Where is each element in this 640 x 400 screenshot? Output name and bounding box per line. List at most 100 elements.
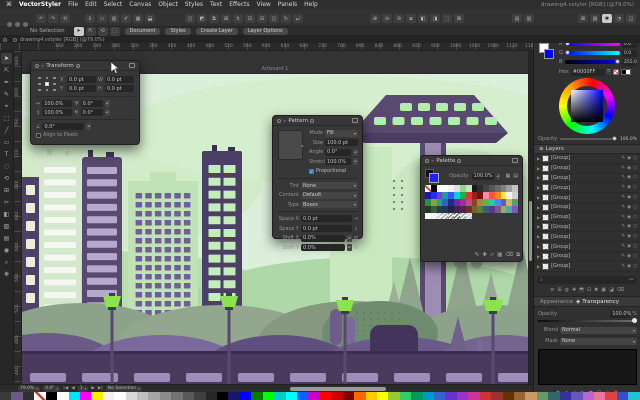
menu-item-object[interactable]: Object: [158, 1, 178, 8]
scale-x-field[interactable]: 100.0%: [42, 100, 73, 107]
tool-icon[interactable]: ⌖: [1, 101, 12, 112]
hex-field[interactable]: #0000FF: [570, 68, 605, 76]
color-swatch[interactable]: [479, 392, 492, 400]
palette-action-icon[interactable]: ▦: [497, 252, 502, 259]
toolbar-icon[interactable]: ▥: [524, 14, 534, 23]
layer-options-button[interactable]: Layer Options: [242, 27, 288, 35]
layers-action-icon[interactable]: ✖: [594, 287, 598, 293]
color-swatch[interactable]: [354, 392, 366, 400]
edit-icon[interactable]: ✎: [621, 156, 625, 161]
transparency-opacity-field[interactable]: 100.0%: [610, 310, 631, 318]
tool-icon[interactable]: ➤: [1, 53, 12, 64]
last-page-icon[interactable]: ▶|: [98, 386, 103, 391]
layer-row[interactable]: ▶ [Group] ✎ ◉ ○: [534, 262, 640, 272]
toolbar-icon[interactable]: ⤾: [293, 14, 303, 23]
palette-action-icon[interactable]: ⌫: [505, 252, 513, 259]
toolbar-icon[interactable]: ⧈: [406, 14, 416, 23]
color-swatch[interactable]: [365, 392, 377, 400]
vertical-ruler[interactable]: 840 800 760 720 680 640 600 560 520 480 440: [14, 51, 22, 384]
toolbar-icon[interactable]: ◲: [626, 14, 636, 23]
layers-action-icon[interactable]: ▣: [601, 287, 606, 293]
target-icon[interactable]: ○: [633, 224, 637, 229]
color-swatch[interactable]: [194, 392, 206, 400]
panel-collapse-icon[interactable]: [512, 158, 518, 163]
palette-view-icon[interactable]: ▤: [513, 173, 518, 179]
color-swatch[interactable]: [79, 392, 92, 400]
shift-x-field[interactable]: 0.0%: [301, 234, 345, 242]
color-swatch[interactable]: [411, 392, 423, 400]
edit-icon[interactable]: ✎: [621, 175, 625, 180]
color-swatch[interactable]: [239, 392, 252, 400]
context-tool-icon[interactable]: ⇱: [85, 26, 96, 36]
tab-appearance[interactable]: Appearance: [540, 299, 573, 305]
layer-row[interactable]: ▶ [Group] ✎ ◉ ○: [534, 242, 640, 252]
edit-icon[interactable]: ✎: [621, 254, 625, 259]
tool-icon[interactable]: ╱: [1, 125, 12, 136]
color-swatch[interactable]: [512, 199, 518, 206]
expand-icon[interactable]: ▶: [537, 224, 540, 229]
color-swatch[interactable]: [114, 392, 126, 400]
space-y-field[interactable]: 0.0 pt: [301, 225, 352, 233]
create-layer-button[interactable]: Create Layer: [195, 27, 238, 35]
h-field[interactable]: 0.0 pt: [105, 85, 134, 92]
edit-icon[interactable]: ✎: [621, 244, 625, 249]
color-swatch[interactable]: [388, 392, 400, 400]
color-swatch[interactable]: [445, 392, 457, 400]
toolbar-icon[interactable]: ⊞: [221, 14, 231, 23]
toolbar-icon[interactable]: ⊖: [382, 14, 392, 23]
no-color-icon[interactable]: [612, 69, 619, 75]
palette-swatch-grid[interactable]: [425, 185, 518, 213]
layer-row[interactable]: ▶ [Group] ✎ ◉ ○: [534, 174, 640, 184]
tint-dropdown[interactable]: None ▾: [301, 182, 358, 190]
toolbar-icon[interactable]: ⟲: [60, 14, 70, 23]
toolbar-icon[interactable]: ◳: [185, 14, 195, 23]
edit-icon[interactable]: ✎: [621, 234, 625, 239]
menu-item-view[interactable]: View: [257, 1, 271, 8]
tool-icon[interactable]: ◌: [1, 161, 12, 172]
context-tool-icon[interactable]: ➤: [73, 26, 84, 36]
angle-field[interactable]: 0.0°: [325, 148, 351, 156]
target-icon[interactable]: ○: [633, 156, 637, 161]
toolbar-icon[interactable]: ▥: [109, 14, 119, 23]
expand-icon[interactable]: ▶: [537, 234, 540, 239]
layer-row[interactable]: ▶ [Group] ✎ ◉ ○: [534, 193, 640, 203]
color-swatch[interactable]: [422, 392, 435, 400]
stepper[interactable]: ▴▾: [346, 244, 352, 252]
toolbar-icon[interactable]: ⊟: [257, 14, 267, 23]
next-page-icon[interactable]: ▶: [91, 386, 94, 391]
visibility-icon[interactable]: ◉: [627, 175, 631, 180]
layer-row[interactable]: ▶ [Group] ✎ ◉ ○: [534, 223, 640, 233]
stepper[interactable]: ▴▾: [104, 109, 110, 116]
palette-opacity-field[interactable]: 100.0%: [471, 172, 494, 180]
toolbar-icon[interactable]: ⬓: [145, 14, 155, 23]
color-swatch[interactable]: [148, 392, 160, 400]
edit-icon[interactable]: ✎: [621, 185, 625, 190]
panel-menu-icon[interactable]: ≡: [431, 158, 434, 163]
color-swatch[interactable]: [582, 392, 594, 400]
toolbar-icon[interactable]: ⬚: [442, 14, 452, 23]
target-icon[interactable]: ○: [633, 175, 637, 180]
transparency-opacity-slider[interactable]: [538, 318, 637, 323]
color-swatch[interactable]: [308, 392, 320, 400]
color-swatch[interactable]: [331, 392, 343, 400]
tool-icon[interactable]: ▤: [1, 233, 12, 244]
skew-y-field[interactable]: 0.0°: [80, 109, 103, 116]
color-swatch[interactable]: [262, 392, 275, 400]
menu-item-edit[interactable]: Edit: [85, 1, 97, 8]
tool-icon[interactable]: ✥: [1, 269, 12, 280]
color-swatch[interactable]: [616, 392, 629, 400]
toolbar-icon[interactable]: ▭: [97, 14, 107, 23]
panel-menu-icon[interactable]: ≡: [283, 118, 286, 123]
panel-collapse-icon[interactable]: [129, 63, 135, 68]
fill-swatch[interactable]: [429, 173, 439, 183]
color-swatch[interactable]: [102, 392, 115, 400]
target-icon[interactable]: ○: [633, 244, 637, 249]
toolbar-icon[interactable]: ◨: [430, 14, 440, 23]
content-dropdown[interactable]: Default ▾: [301, 191, 358, 199]
palette-action-icon[interactable]: ▱: [490, 252, 494, 259]
color-swatch[interactable]: [559, 392, 572, 400]
toolbar-icon[interactable]: ↶: [36, 14, 46, 23]
stepper[interactable]: ▴▾: [86, 123, 92, 130]
expand-icon[interactable]: ▶: [537, 185, 540, 190]
stepper[interactable]: ▴▾: [496, 172, 500, 180]
